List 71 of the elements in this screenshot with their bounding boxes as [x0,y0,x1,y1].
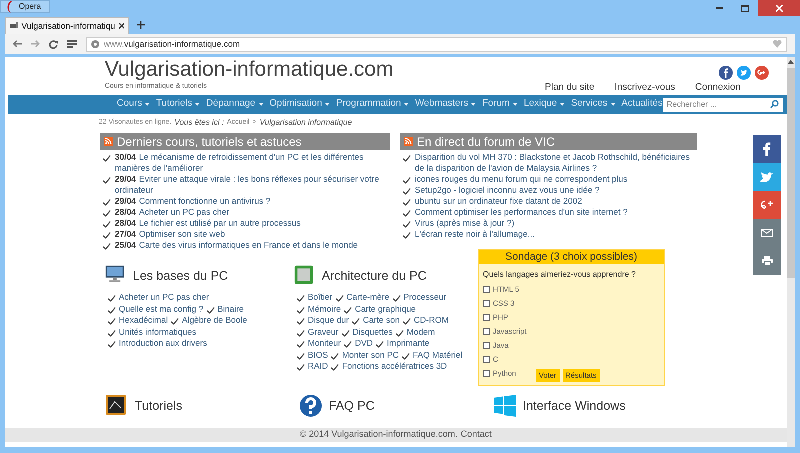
poll-question: Quels langages aimeriez-vous apprendre ? [482,269,637,281]
topic-link[interactable]: Introduction aux drivers [119,338,208,350]
forum-topic-link[interactable]: Comment optimiser les performances d'un site internet ? [415,207,628,218]
forum-topic-link[interactable]: Setup2go - logiciel inconnu avez vous une idée ? [415,185,600,196]
topic-link[interactable]: Boîtier [308,292,333,304]
topic-link[interactable]: Disque dur [308,315,350,326]
nav-menu-item[interactable]: Services [571,97,616,112]
topic-link[interactable]: Carte son [363,315,400,326]
app-menu-button[interactable]: Opera [0,0,50,13]
topic-link[interactable]: Processeur [404,292,447,304]
article-link[interactable]: 28/04 Le fichier est utilisé par un autre processus [115,218,301,229]
topic-link[interactable]: DVD [355,338,374,350]
article-link[interactable]: 29/04 Eviter une attaque virale : les bons réflexes pour sécuriser votre ordinateur [115,174,390,196]
section-header: En direct du forum de VIC [400,133,697,150]
header-link[interactable]: Inscrivez-vous [614,81,676,96]
topic-link[interactable]: FAQ Matériel [413,350,463,361]
topic-link[interactable]: Algèbre de Boole [182,315,248,326]
forum-topic-link[interactable]: Virus (après mise à jour ?) [415,218,515,229]
nav-menu-item[interactable]: Tutoriels [156,97,200,112]
section-title[interactable]: FAQ PC [329,396,375,416]
topic-link[interactable]: Moniteur [308,338,342,350]
breadcrumb-current: Vulgarisation informatique [260,117,352,129]
article-link[interactable]: 27/04 Optimiser son site web [115,229,226,240]
topic-link[interactable]: BIOS [308,350,328,361]
topic-link[interactable]: Monter son PC [342,350,400,361]
contact-link[interactable]: Contact [460,428,492,442]
header-link[interactable]: Plan du site [545,81,595,96]
nav-menu-item[interactable]: Optimisation [270,97,330,112]
topic-link[interactable]: Carte graphique [355,304,416,315]
header-link[interactable]: Connexion [695,81,741,96]
topic-link[interactable]: Carte-mère [346,292,390,304]
topic-link[interactable]: Fonctions accélératrices 3D [342,361,448,372]
article-link[interactable]: 30/04 Le mécanisme de refroidissement d'un PC et les différentes manières de l'améliorer [115,152,390,174]
nav-menu-item[interactable]: Forum [482,97,518,112]
poll-title: Sondage (3 choix possibles) [479,250,664,264]
topic-link[interactable]: Graveur [308,326,339,338]
nav-menu-item[interactable]: Webmasters [415,97,476,112]
section-header: Derniers cours, tutoriels et astuces [100,133,390,150]
nav-menu-item[interactable]: Actualités [622,97,663,112]
topic-link[interactable]: CD-ROM [414,315,449,326]
nav-menu-item[interactable]: Lexique [524,97,566,112]
topic-link[interactable]: RAID [308,361,328,372]
forum-topic-link[interactable]: ubuntu sur un ordinateur fixe datant de 2002 [415,196,582,207]
nav-menu-item[interactable]: Programmation [336,97,410,112]
article-link[interactable]: 25/04 Carte des virus informatiques en France et dans le monde [115,240,358,251]
nav-menu-item[interactable]: Dépannage [206,97,264,112]
topic-link[interactable]: Acheter un PC pas cher [119,292,210,304]
breadcrumb-label: Vous êtes ici : [174,117,224,129]
browser-tab[interactable]: Vulgarisation-informatiqu [5,17,129,34]
article-link[interactable]: 28/04 Acheter un PC pas cher [115,207,230,218]
topic-link[interactable]: Modem [406,326,436,338]
topic-link[interactable]: Binaire [218,304,244,315]
forum-topic-link[interactable]: L'écran reste noir à l'allumage... [415,229,535,240]
topic-link[interactable]: Quelle est ma config ? [119,304,204,315]
section-title[interactable]: Les bases du PC [133,266,228,286]
topic-link[interactable]: Mémoire [308,304,342,315]
forum-topic-link[interactable]: Disparition du vol MH 370 : Blackstone et Jacob Rothschild, bénéficiaires de la disparition de l'avion de Malaysia Airlines ? [415,152,697,174]
nav-menu-item[interactable]: Cours [117,97,150,112]
search-field[interactable]: Rechercher ... [662,98,783,112]
section-title[interactable]: Architecture du PC [322,266,427,286]
article-link[interactable]: 29/04 Comment fonctionne un antivirus ? [115,196,271,207]
site-title[interactable]: Vulgarisation-informatique.com [105,58,394,82]
topic-link[interactable]: Unités informatiques [119,326,196,338]
topic-link[interactable]: Imprimante [387,338,430,350]
copyright-text: © 2014 Vulgarisation-informatique.com. [300,428,458,442]
section-title[interactable]: Interface Windows [523,396,626,416]
section-title[interactable]: Tutoriels [135,396,182,416]
topic-link[interactable]: Hexadécimal [119,315,168,326]
address-field[interactable]: www.vulgarisation-informatique.com [86,36,787,52]
forum-topic-link[interactable]: icones rouges du menu forum qui ne correspondent plus [415,174,628,185]
topic-link[interactable]: Disquettes [352,326,393,338]
